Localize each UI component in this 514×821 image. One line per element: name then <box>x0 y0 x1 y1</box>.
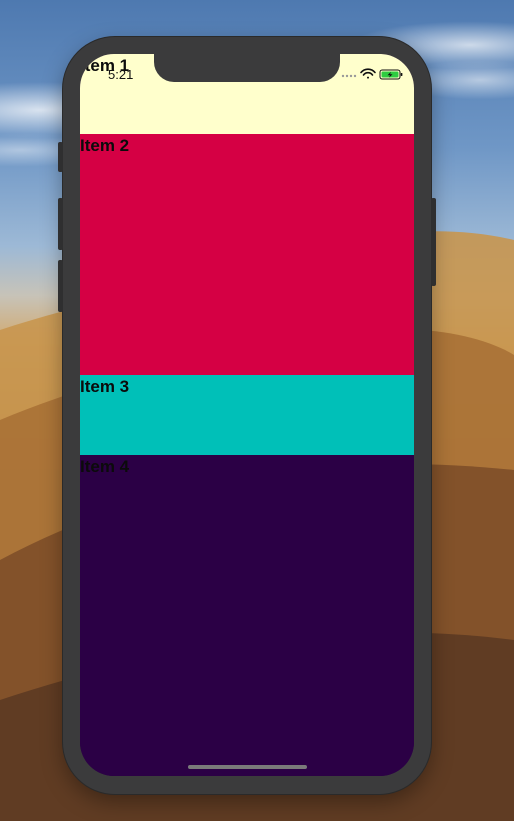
item-label: Item 3 <box>80 377 130 396</box>
battery-charging-icon <box>379 69 403 80</box>
home-indicator[interactable] <box>188 765 307 769</box>
volume-up-button <box>58 198 63 250</box>
power-button <box>431 198 436 286</box>
status-icons <box>340 67 404 81</box>
cellular-dots-icon <box>341 74 357 78</box>
status-time: 5:21 <box>108 67 134 82</box>
item-label: Item 4 <box>80 457 130 476</box>
camera-notch <box>154 54 340 82</box>
mute-switch <box>58 142 63 172</box>
volume-down-button <box>58 260 63 312</box>
list-item[interactable]: Item 4 <box>80 455 414 776</box>
list-item[interactable]: Item 3 <box>80 375 414 455</box>
wifi-icon <box>360 68 376 79</box>
app-screen: Item 1 Item 2 Item 3 Item 4 <box>80 54 414 776</box>
list-item[interactable]: Item 2 <box>80 134 414 375</box>
item-label: Item 2 <box>80 136 130 155</box>
